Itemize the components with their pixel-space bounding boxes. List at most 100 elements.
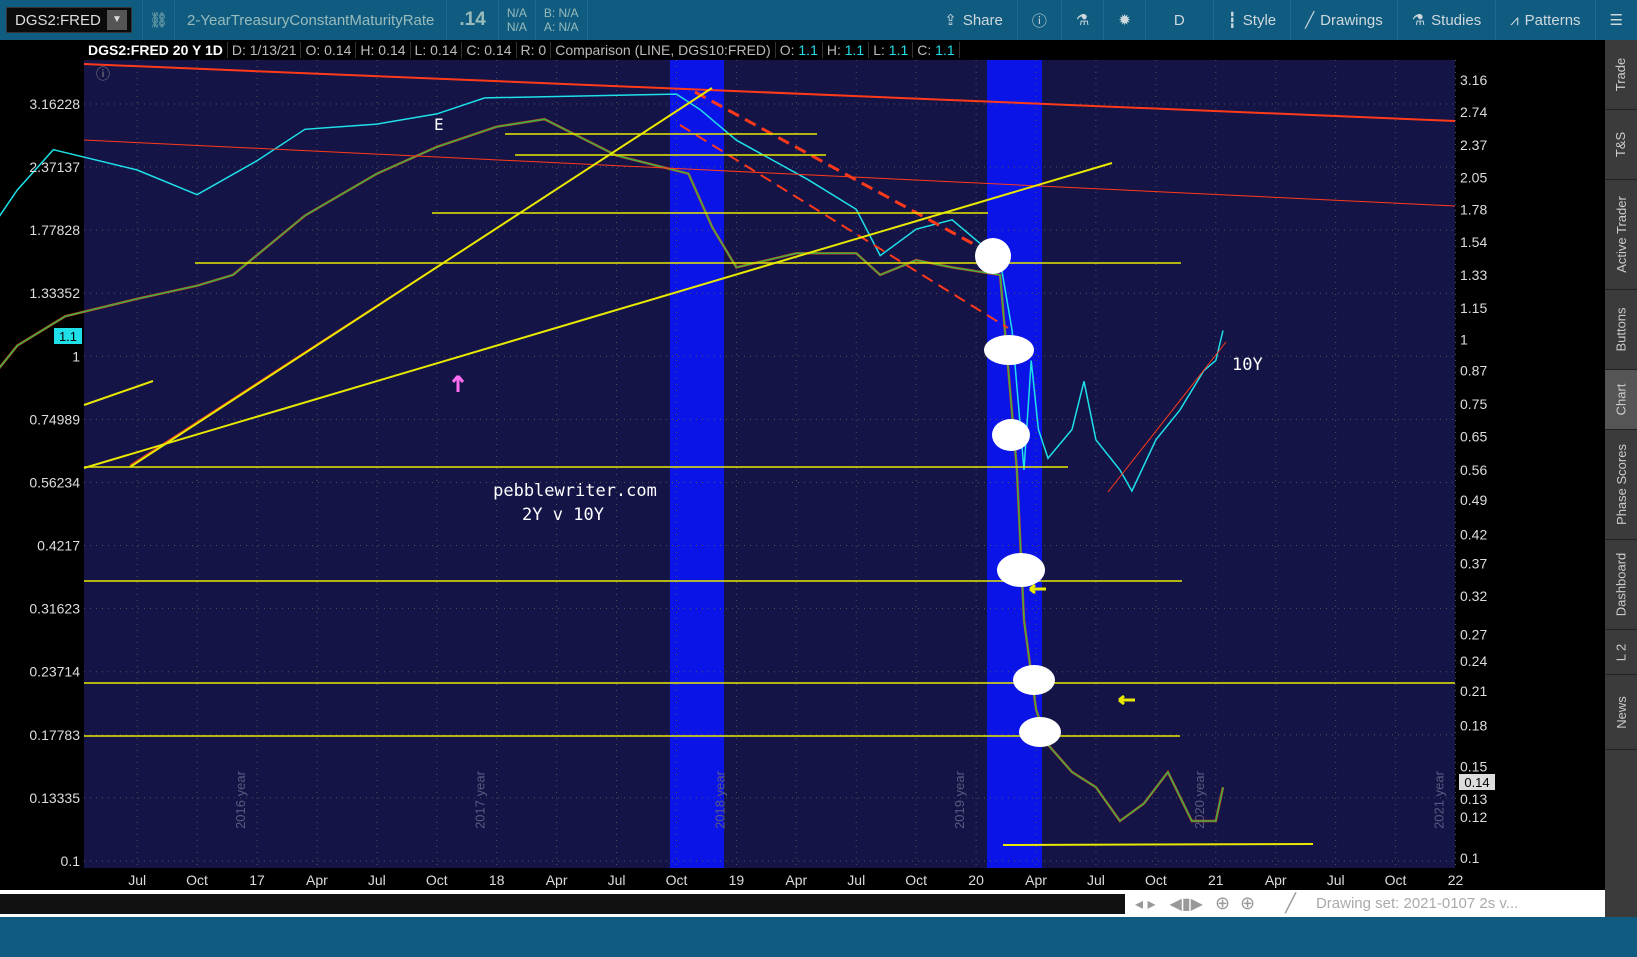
right-tick-label: 1.78	[1460, 201, 1487, 217]
side-tab-label: Trade	[1613, 57, 1629, 92]
symbol-selector[interactable]: DGS2:FRED ▼	[6, 7, 132, 33]
x-tick-label: Oct	[1145, 872, 1167, 888]
side-tab-label: Buttons	[1613, 307, 1629, 352]
x-tick-label: 18	[489, 872, 505, 888]
side-tab-phase-scores[interactable]: Phase Scores	[1605, 430, 1637, 540]
side-tab-label: L 2	[1613, 643, 1629, 661]
zoom-icon[interactable]: ⊕︎	[1240, 893, 1255, 914]
year-label: 2019 year	[952, 770, 967, 828]
x-tick-label: Oct	[1385, 872, 1407, 888]
year-label: 2016 year	[233, 770, 248, 828]
alert-icon[interactable]: ⓘ	[96, 66, 110, 82]
horizontal-scrollbar[interactable]	[0, 893, 1125, 914]
price-marker-label: 0.14	[1464, 775, 1489, 790]
bid: B: N/A	[543, 6, 579, 20]
drawings-button[interactable]: ╱ Drawings	[1291, 0, 1398, 40]
scroll-arrows-icon[interactable]: ◂ ▸	[1135, 894, 1156, 914]
right-tick-label: 0.21	[1460, 683, 1487, 699]
patterns-button[interactable]: ⩘ Patterns	[1496, 0, 1596, 40]
x-tick-label: 22	[1448, 872, 1464, 888]
left-tick-label: 0.13335	[29, 790, 80, 806]
side-tab-dashboard[interactable]: Dashboard	[1605, 540, 1637, 630]
year-label: 2017 year	[473, 770, 488, 828]
x-tick-label: Apr	[785, 872, 807, 888]
right-tick-label: 0.65	[1460, 428, 1487, 444]
comp-close-label: C:	[917, 42, 932, 58]
price-chart[interactable]: 2016 year 2017 year 2018 year 2019 year 20 20…	[0, 60, 1605, 890]
side-tab-active-trader[interactable]: Active Trader	[1605, 180, 1637, 290]
side-tab-buttons[interactable]: Buttons	[1605, 290, 1637, 370]
symbol-description: 2-YearTreasuryConstantMaturityRate	[175, 0, 448, 40]
x-tick-label: Oct	[666, 872, 688, 888]
left-tick-label: 0.17783	[29, 727, 80, 743]
comparison-label[interactable]: Comparison (LINE, DGS10:FRED)	[551, 42, 776, 58]
x-tick-label: 20	[968, 872, 984, 888]
highlight-band	[987, 60, 1042, 868]
side-tab-trade[interactable]: Trade	[1605, 40, 1637, 110]
menu-button[interactable]: ☰	[1596, 0, 1637, 40]
right-tick-label: 0.1	[1460, 850, 1480, 866]
year-label: 2018 year	[712, 770, 727, 828]
left-tick-label: 0.56234	[29, 474, 80, 490]
link-icon[interactable]: ⛓	[142, 0, 176, 40]
side-tab-l-2[interactable]: L 2	[1605, 630, 1637, 675]
share-label: Share	[962, 11, 1003, 29]
share-icon: ⇪	[944, 12, 957, 29]
info-high: H: 0.14	[356, 42, 411, 58]
right-tick-label: 0.87	[1460, 363, 1487, 379]
label-e: E	[434, 115, 444, 134]
side-tab-label: T&S	[1613, 131, 1629, 158]
side-tab-news[interactable]: News	[1605, 675, 1637, 750]
studies-button[interactable]: ⚗ Studies	[1398, 0, 1497, 40]
flask-icon: ⚗	[1075, 12, 1090, 29]
info-range: R: 0	[517, 42, 552, 58]
chart-info-bar: DGS2:FRED 20 Y 1D D: 1/13/21 O: 0.14 H: …	[0, 40, 1605, 60]
flask-icon: ⚗	[1411, 12, 1426, 29]
right-tick-label: 2.74	[1460, 104, 1487, 120]
side-tab-label: News	[1613, 695, 1629, 729]
comp-open: O: 1.1	[776, 42, 823, 58]
left-tick-label: 0.31623	[29, 601, 80, 617]
change-cell: N/A N/A	[499, 0, 536, 40]
chart-title: DGS2:FRED 20 Y 1D	[84, 42, 228, 58]
x-tick-label: Oct	[426, 872, 448, 888]
crosshair-icon[interactable]: ⊕	[1215, 893, 1230, 914]
chart-subtitle: 2Y v 10Y	[522, 505, 604, 525]
x-tick-label: Jul	[1087, 872, 1105, 888]
right-tick-label: 0.75	[1460, 396, 1487, 412]
left-tick-label: 1	[72, 348, 80, 364]
side-tab-label: Phase Scores	[1613, 444, 1629, 525]
drawing-tool-icon[interactable]: ╱	[1285, 893, 1296, 914]
right-tick-label: 1.15	[1460, 300, 1487, 316]
side-tab-chart[interactable]: Chart	[1605, 370, 1637, 430]
chevron-down-icon[interactable]: ▼	[107, 10, 127, 30]
flask-button[interactable]: ⚗	[1062, 0, 1105, 40]
settings-button[interactable]: ✹	[1104, 0, 1146, 40]
x-tick-label: Jul	[847, 872, 865, 888]
last-price: .14	[447, 0, 499, 40]
period-button[interactable]: D	[1146, 0, 1214, 40]
patterns-icon: ⩘	[1510, 11, 1519, 29]
comp-close-value: 1.1	[935, 42, 955, 58]
side-tab-t-s[interactable]: T&S	[1605, 110, 1637, 180]
pan-icon[interactable]: ◀▮▶	[1170, 894, 1203, 914]
right-tick-label: 0.12	[1460, 809, 1487, 825]
gear-icon: ✹	[1118, 12, 1131, 29]
drawing-set-label[interactable]: Drawing set: 2021-0107 2s v...	[1316, 895, 1518, 912]
comp-low: L: 1.1	[869, 42, 914, 58]
share-button[interactable]: ⇪ Share	[930, 0, 1018, 40]
info-button[interactable]: ⓘ	[1018, 0, 1062, 40]
x-tick-label: Jul	[608, 872, 626, 888]
right-tick-label: 0.13	[1460, 791, 1487, 807]
year-label: 2021 year	[1432, 770, 1447, 828]
comp-low-label: L:	[873, 42, 885, 58]
right-tick-label: 0.24	[1460, 653, 1487, 669]
x-tick-label: Jul	[1327, 872, 1345, 888]
right-tick-label: 0.27	[1460, 626, 1487, 642]
comp-close: C: 1.1	[913, 42, 960, 58]
info-icon: ⓘ	[1031, 12, 1047, 30]
style-button[interactable]: ┇ Style	[1214, 0, 1292, 40]
left-tick-label: 1.77828	[29, 222, 80, 238]
label-10y: 10Y	[1232, 355, 1263, 375]
bid-ask-cell: B: N/A A: N/A	[536, 0, 588, 40]
